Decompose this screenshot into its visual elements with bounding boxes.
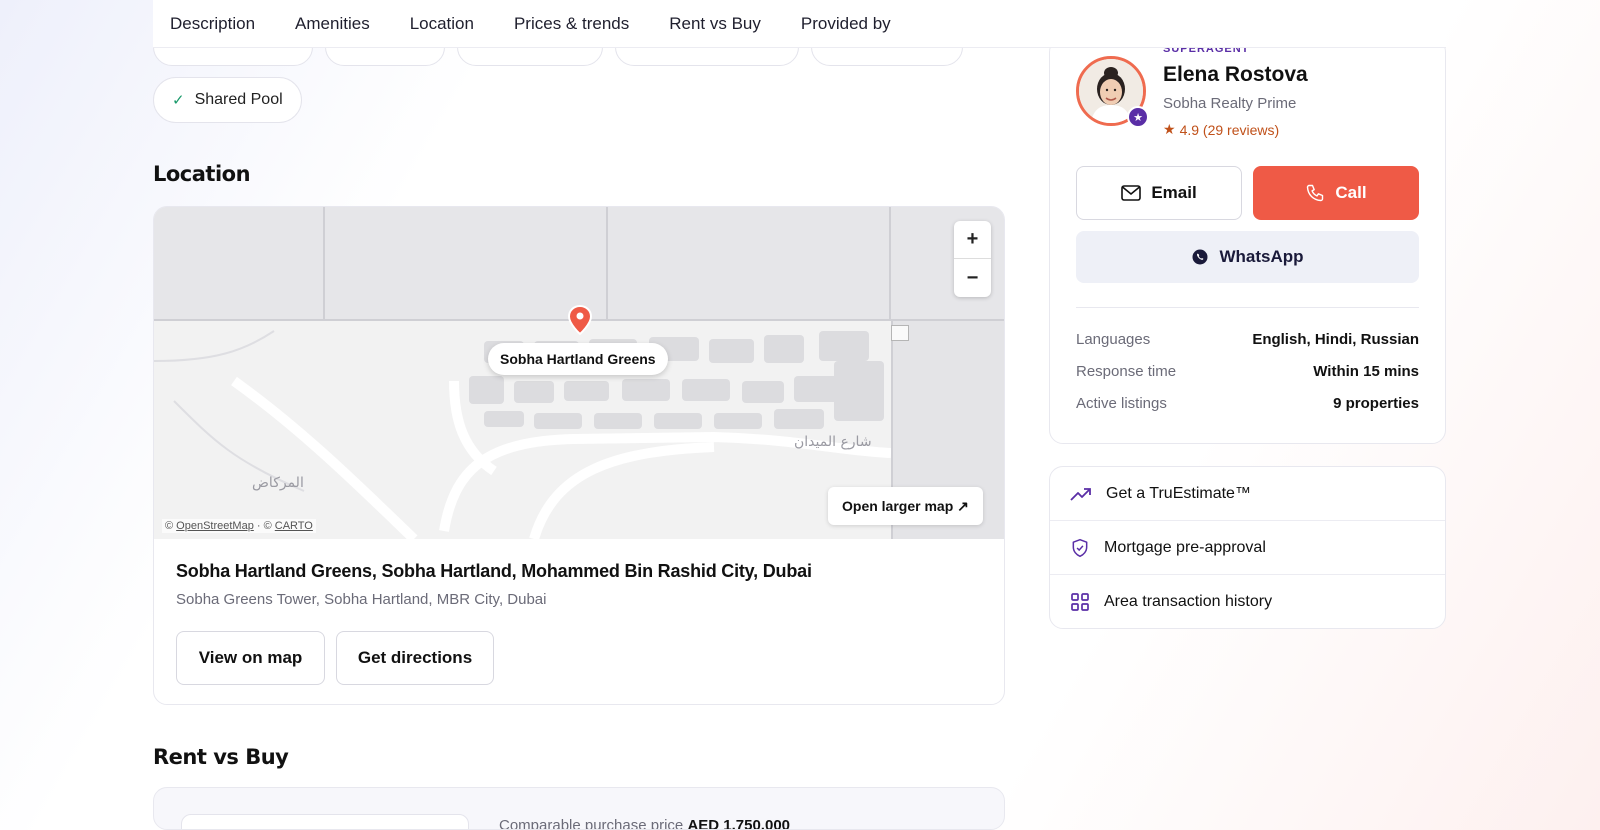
agent-company: Sobha Realty Prime [1163, 95, 1297, 112]
info-value: Within 15 mins [1313, 363, 1419, 380]
open-larger-map-button[interactable]: Open larger map ↗ [828, 487, 983, 525]
map-tile [325, 207, 608, 321]
section-tabs: Description Amenities Location Prices & … [153, 0, 1446, 48]
map-pin-icon[interactable] [568, 305, 592, 335]
info-key: Response time [1076, 363, 1177, 380]
tool-truestimate[interactable]: Get a TruEstimate™ [1050, 467, 1445, 521]
tab-amenities[interactable]: Amenities [295, 14, 370, 34]
tab-prices-trends[interactable]: Prices & trends [514, 14, 629, 34]
address-title: Sobha Hartland Greens, Sobha Hartland, M… [176, 561, 812, 581]
tab-rent-vs-buy[interactable]: Rent vs Buy [669, 14, 761, 34]
call-button-label: Call [1335, 183, 1367, 202]
check-icon: ✓ [172, 92, 185, 109]
map[interactable]: المركاض شارع الميدان + − Sobha Hartland … [154, 207, 1004, 539]
map-street-label: المركاض [252, 475, 304, 491]
location-heading: Location [153, 162, 251, 186]
tools-card: Get a TruEstimate™ Mortgage pre-approval… [1049, 466, 1446, 629]
attribution-separator: · © [253, 520, 275, 532]
agent-rating[interactable]: ★ 4.9 (29 reviews) [1163, 121, 1279, 138]
whatsapp-icon [1192, 249, 1208, 265]
zoom-out-button[interactable]: − [954, 259, 991, 297]
agent-rating-text: 4.9 (29 reviews) [1179, 121, 1280, 138]
shield-check-icon [1072, 538, 1088, 557]
whatsapp-button-label: WhatsApp [1219, 247, 1304, 266]
map-tile [608, 207, 891, 321]
tab-location[interactable]: Location [410, 14, 474, 34]
call-button[interactable]: Call [1253, 166, 1419, 220]
info-row-response-time: Response time Within 15 mins [1076, 363, 1419, 380]
info-value: English, Hindi, Russian [1252, 331, 1419, 348]
tab-provided-by[interactable]: Provided by [801, 14, 891, 34]
tool-label: Area transaction history [1104, 593, 1273, 610]
open-larger-map-label: Open larger map ↗ [842, 497, 969, 514]
address-subtitle: Sobha Greens Tower, Sobha Hartland, MBR … [176, 591, 547, 608]
rent-vs-buy-card: Comparable purchase price AED 1,750,000 [153, 787, 1005, 830]
info-key: Active listings [1076, 395, 1167, 412]
info-row-active-listings: Active listings 9 properties [1076, 395, 1419, 412]
comparable-price: Comparable purchase price AED 1,750,000 [499, 817, 791, 830]
agent-name[interactable]: Elena Rostova [1163, 63, 1308, 87]
comparable-price-label: Comparable purchase price [499, 817, 684, 830]
comparable-price-value: AED 1,750,000 [687, 817, 791, 830]
tool-label: Mortgage pre-approval [1104, 538, 1266, 556]
map-attribution: © OpenStreetMap · © CARTO [162, 519, 316, 533]
location-card: المركاض شارع الميدان + − Sobha Hartland … [153, 206, 1005, 705]
amenity-chip-label: Shared Pool [194, 91, 283, 108]
rent-vs-buy-input-panel [181, 814, 469, 829]
tool-area-transaction-history[interactable]: Area transaction history [1050, 575, 1445, 628]
tool-mortgage-preapproval[interactable]: Mortgage pre-approval [1050, 521, 1445, 575]
email-button[interactable]: Email [1076, 166, 1242, 220]
star-icon: ★ [1163, 121, 1176, 137]
superagent-star-icon: ★ [1127, 106, 1149, 128]
tool-label: Get a TruEstimate™ [1106, 484, 1251, 502]
get-directions-button[interactable]: Get directions [336, 631, 494, 685]
zoom-in-button[interactable]: + [954, 221, 991, 259]
agent-card: ★ SUPERAGENT Elena Rostova Sobha Realty … [1049, 38, 1446, 444]
broken-image-icon [891, 325, 909, 341]
trending-up-icon [1070, 487, 1091, 501]
grid-icon [1071, 593, 1089, 611]
view-on-map-button[interactable]: View on map [176, 631, 325, 685]
info-key: Languages [1076, 331, 1151, 348]
info-row-languages: Languages English, Hindi, Russian [1076, 331, 1419, 348]
zoom-control: + − [954, 221, 991, 297]
map-pin-label: Sobha Hartland Greens [488, 343, 668, 375]
map-tile [154, 207, 325, 321]
osm-link[interactable]: OpenStreetMap [176, 520, 254, 532]
info-value[interactable]: 9 properties [1333, 395, 1419, 412]
attribution-prefix: © [165, 520, 177, 532]
rent-vs-buy-heading: Rent vs Buy [153, 745, 289, 769]
amenity-chip-shared-pool: ✓ Shared Pool [153, 77, 302, 123]
divider [1076, 307, 1419, 308]
tab-description[interactable]: Description [170, 14, 255, 34]
whatsapp-button[interactable]: WhatsApp [1076, 231, 1419, 283]
email-button-label: Email [1151, 183, 1197, 202]
carto-link[interactable]: CARTO [275, 520, 313, 532]
map-street-label: شارع الميدان [794, 434, 872, 450]
phone-icon [1307, 184, 1324, 202]
mail-icon [1121, 185, 1142, 201]
